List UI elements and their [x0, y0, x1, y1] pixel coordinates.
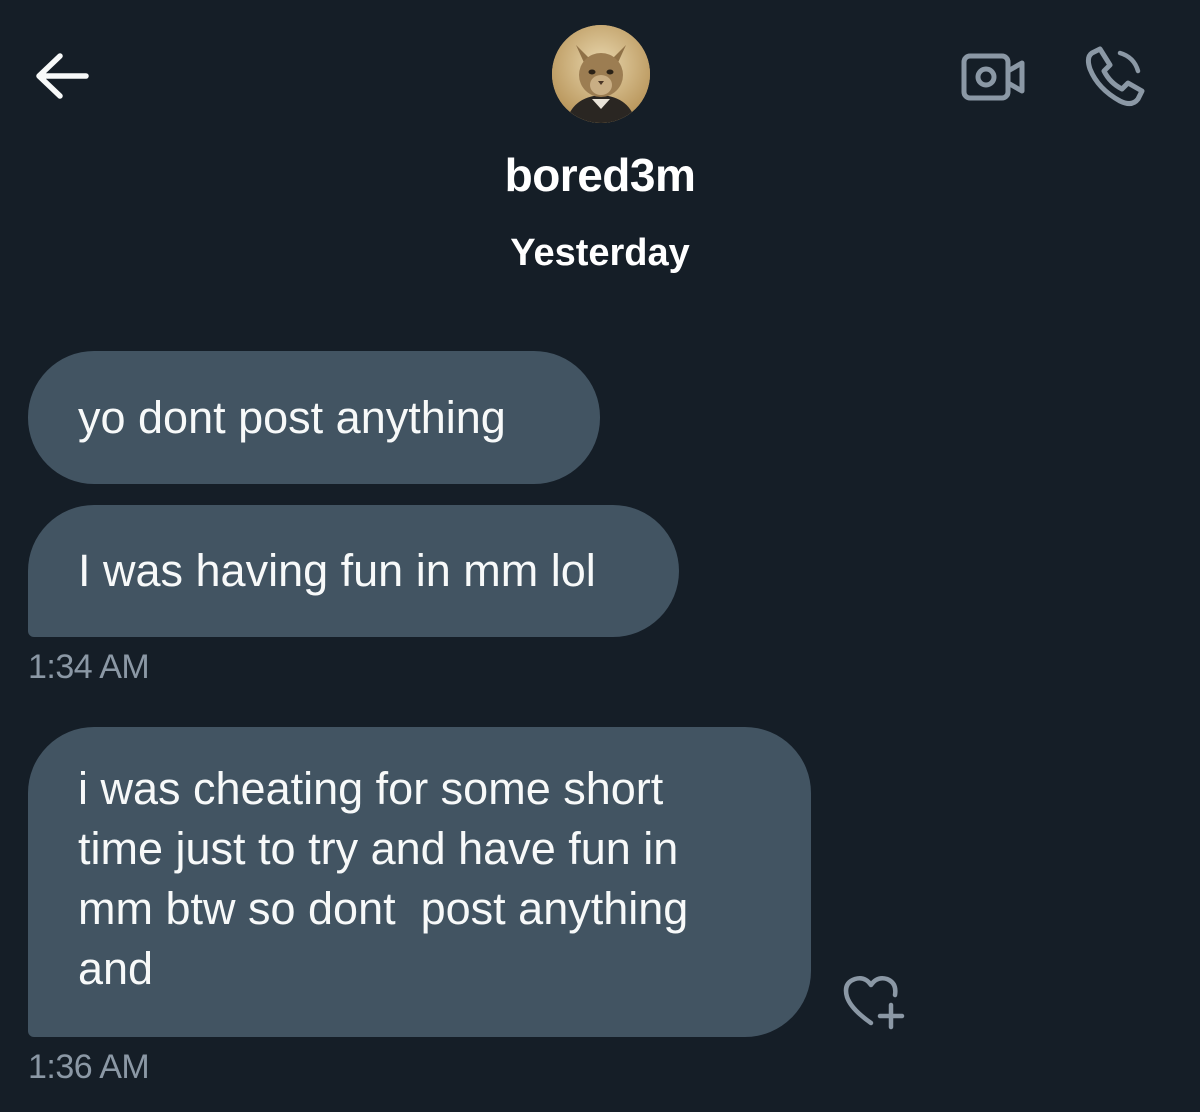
cat-avatar-image — [552, 25, 650, 123]
phone-call-button[interactable] — [1074, 38, 1156, 114]
message-bubble[interactable]: i was cheating for some short time just … — [28, 727, 811, 1037]
arrow-left-icon — [36, 53, 89, 99]
message-text: yo dont post anything — [78, 391, 506, 443]
video-call-button[interactable] — [955, 45, 1031, 109]
back-button[interactable] — [30, 48, 94, 104]
message-timestamp: 1:34 AM — [28, 648, 150, 686]
message-timestamp: 1:36 AM — [28, 1048, 150, 1086]
add-reaction-button[interactable] — [836, 966, 912, 1036]
message-text: i was cheating for some short time just … — [78, 759, 688, 999]
conversation-username[interactable]: bored3m — [0, 148, 1200, 202]
heart-plus-icon — [843, 976, 905, 1030]
avatar[interactable] — [552, 25, 650, 123]
video-camera-icon — [961, 53, 1025, 101]
message-line: time just to try and have fun in — [78, 823, 679, 874]
message-bubble[interactable]: yo dont post anything — [28, 351, 600, 484]
message-line: and — [78, 943, 154, 994]
message-bubble[interactable]: I was having fun in mm lol — [28, 505, 679, 637]
date-divider: Yesterday — [510, 232, 690, 274]
message-line: i was cheating for some short — [78, 763, 664, 814]
phone-icon — [1085, 46, 1145, 107]
message-line: mm btw so dont post anything — [78, 883, 689, 934]
dm-conversation-screen: bored3m Yesterday yo dont post anything … — [0, 0, 1200, 1112]
message-text: I was having fun in mm lol — [78, 545, 596, 596]
